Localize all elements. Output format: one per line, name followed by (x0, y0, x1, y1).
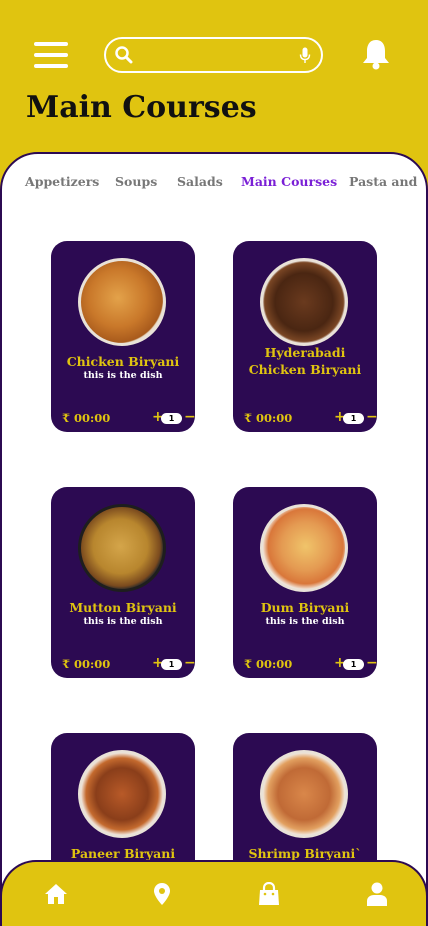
tab-soups[interactable]: Soups (115, 174, 157, 189)
dish-name: Chicken Biryani (66, 354, 180, 369)
shopping-bag-icon[interactable] (258, 882, 280, 906)
menu-icon-bar (34, 64, 68, 68)
dish-card[interactable]: Dum Biryani this is the dish ₹ 00:00 + 1… (233, 487, 378, 678)
bell-icon[interactable] (361, 38, 391, 70)
dish-name: Mutton Biryani (69, 600, 177, 615)
dish-card[interactable]: Chicken Biryani this is the dish ₹ 00:00… (51, 241, 196, 432)
category-tabs: Appetizers Soups Salads Main Courses Pas… (0, 174, 420, 190)
quantity-value: 1 (343, 413, 364, 424)
dish-name: Hyderabadi Chicken Biryani (248, 345, 362, 377)
dish-card[interactable]: Mutton Biryani this is the dish ₹ 00:00 … (51, 487, 196, 678)
dish-price: ₹ 00:00 (244, 411, 293, 425)
tab-appetizers[interactable]: Appetizers (25, 174, 99, 189)
dish-description: this is the dish (265, 616, 345, 627)
decrement-button[interactable]: − (184, 655, 196, 671)
decrement-button[interactable]: − (366, 409, 378, 425)
decrement-button[interactable]: − (184, 409, 196, 425)
menu-icon (34, 42, 68, 46)
mic-icon[interactable] (299, 47, 311, 64)
dish-name: Dum Biryani (260, 600, 350, 615)
dish-description: this is the dish (83, 370, 163, 381)
dish-image (260, 750, 348, 838)
dish-image (78, 750, 166, 838)
search-input[interactable] (142, 45, 292, 65)
home-icon[interactable] (44, 882, 68, 906)
tab-main-courses[interactable]: Main Courses (241, 174, 337, 189)
search-bar[interactable] (104, 37, 323, 73)
decrement-button[interactable]: − (366, 655, 378, 671)
quantity-value: 1 (343, 659, 364, 670)
page-title: Main Courses (26, 90, 257, 125)
dish-card[interactable]: Hyderabadi Chicken Biryani ₹ 00:00 + 1 − (233, 241, 378, 432)
search-icon[interactable] (114, 45, 134, 65)
dish-image (78, 504, 166, 592)
dish-price: ₹ 00:00 (62, 657, 111, 671)
dish-price: ₹ 00:00 (62, 411, 111, 425)
quantity-value: 1 (161, 659, 182, 670)
menu-button[interactable] (34, 42, 68, 68)
user-icon[interactable] (366, 882, 388, 906)
menu-icon-bar (34, 53, 68, 57)
dish-image (78, 258, 166, 346)
dish-description: this is the dish (83, 616, 163, 627)
dish-image (260, 504, 348, 592)
tab-salads[interactable]: Salads (177, 174, 223, 189)
dish-image (260, 258, 348, 346)
bottom-navigation (0, 860, 428, 926)
tab-pasta[interactable]: Pasta and N (349, 174, 420, 189)
location-pin-icon[interactable] (153, 882, 171, 906)
dish-price: ₹ 00:00 (244, 657, 293, 671)
quantity-value: 1 (161, 413, 182, 424)
